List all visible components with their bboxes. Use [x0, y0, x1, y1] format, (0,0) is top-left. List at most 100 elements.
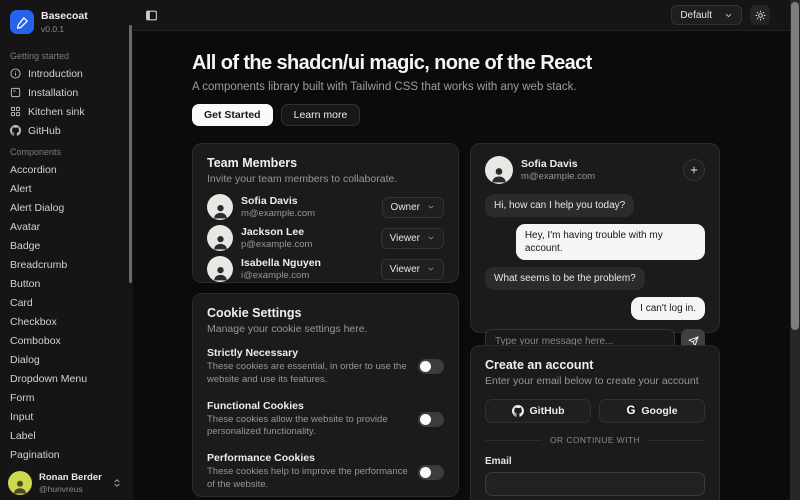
- chat-message-sent: Hey, I'm having trouble with my account.: [516, 224, 705, 260]
- chat-user-avatar: [485, 156, 513, 184]
- basecoat-logo-icon: [10, 10, 34, 34]
- github-signup-button[interactable]: GitHub: [485, 399, 591, 423]
- member-role-value: Viewer: [390, 233, 420, 244]
- sidebar-item-button[interactable]: Button: [0, 274, 133, 293]
- sidebar-item-badge[interactable]: Badge: [0, 236, 133, 255]
- chat-user-name: Sofia Davis: [521, 158, 595, 172]
- toggle-knob: [420, 414, 431, 425]
- google-button-label: Google: [641, 405, 677, 417]
- plus-icon: [689, 165, 699, 175]
- page-scrollbar-thumb[interactable]: [791, 2, 799, 330]
- cookie-option-description: These cookies allow the website to provi…: [207, 414, 408, 440]
- functional-cookies-toggle[interactable]: [418, 412, 444, 427]
- sidebar-item-label: Label: [10, 430, 36, 442]
- performance-cookies-toggle[interactable]: [418, 465, 444, 480]
- dark-mode-toggle-button[interactable]: [750, 5, 770, 25]
- card-description: Manage your cookie settings here.: [207, 323, 444, 335]
- divider-line: [485, 440, 542, 441]
- sidebar-toggle-button[interactable]: [145, 9, 158, 22]
- panel-left-icon: [145, 9, 158, 22]
- page-title: All of the shadcn/ui magic, none of the …: [192, 52, 592, 75]
- topbar: Default: [133, 0, 800, 31]
- sidebar-item-label: Pagination: [10, 449, 60, 461]
- member-list: Sofia Davis m@example.com Owner Jackson …: [207, 194, 444, 282]
- chat-message-received: What seems to be the problem?: [485, 267, 645, 290]
- member-email: i@example.com: [241, 270, 321, 281]
- member-info: Isabella Nguyen i@example.com: [241, 257, 321, 282]
- sidebar-item-label: Combobox: [10, 335, 61, 347]
- email-field[interactable]: [485, 472, 705, 496]
- member-avatar: [207, 225, 233, 251]
- sidebar-item-dialog[interactable]: Dialog: [0, 350, 133, 369]
- member-row: Sofia Davis m@example.com Owner: [207, 194, 444, 220]
- new-message-button[interactable]: [683, 159, 705, 181]
- sidebar-item-card[interactable]: Card: [0, 293, 133, 312]
- member-name: Sofia Davis: [241, 195, 315, 209]
- sidebar-item-alert[interactable]: Alert: [0, 179, 133, 198]
- sidebar-item-label: GitHub: [28, 125, 61, 137]
- sidebar-item-label: Card: [10, 297, 33, 309]
- chat-header: Sofia Davis m@example.com: [485, 156, 705, 184]
- member-avatar: [207, 256, 233, 282]
- member-row: Isabella Nguyen i@example.com Viewer: [207, 256, 444, 282]
- member-email: m@example.com: [241, 208, 315, 219]
- sidebar-item-dropdown-menu[interactable]: Dropdown Menu: [0, 369, 133, 388]
- sidebar-item-introduction[interactable]: Introduction: [0, 64, 133, 83]
- chevrons-up-down-icon: [112, 478, 122, 488]
- cookie-option-strictly-necessary: Strictly Necessary These cookies are ess…: [207, 347, 444, 387]
- sidebar-item-label: Alert Dialog: [10, 202, 64, 214]
- sidebar-item-installation[interactable]: Installation: [0, 83, 133, 102]
- divider-label: OR CONTINUE WITH: [550, 435, 640, 445]
- chat-message-list: Hi, how can I help you today? Hey, I'm h…: [485, 194, 705, 320]
- sidebar-item-label: Alert: [10, 183, 32, 195]
- sidebar-item-avatar[interactable]: Avatar: [0, 217, 133, 236]
- sidebar: Basecoat v0.0.1 Getting started Introduc…: [0, 0, 133, 500]
- email-label: Email: [485, 456, 705, 467]
- hero-cta-row: Get Started Learn more: [192, 104, 360, 126]
- cookie-option-title: Functional Cookies: [207, 400, 408, 412]
- sidebar-scrollbar-thumb[interactable]: [129, 25, 132, 283]
- app-version: v0.0.1: [41, 24, 88, 34]
- theme-select[interactable]: Default: [671, 5, 742, 25]
- cookie-option-description: These cookies are essential, in order to…: [207, 361, 408, 387]
- sidebar-item-github[interactable]: GitHub: [0, 121, 133, 140]
- sidebar-item-label: Badge: [10, 240, 40, 252]
- google-signup-button[interactable]: G Google: [599, 399, 705, 423]
- user-info: Ronan Berder @hunvreus: [39, 472, 102, 494]
- sidebar-item-form[interactable]: Form: [0, 388, 133, 407]
- info-icon: [10, 68, 21, 79]
- member-avatar: [207, 194, 233, 220]
- get-started-button[interactable]: Get Started: [192, 104, 273, 126]
- sidebar-user-menu[interactable]: Ronan Berder @hunvreus: [0, 466, 130, 500]
- cookie-option-text: Strictly Necessary These cookies are ess…: [207, 347, 408, 387]
- sidebar-item-label: Introduction: [28, 68, 83, 80]
- sidebar-header[interactable]: Basecoat v0.0.1: [0, 8, 133, 44]
- strictly-necessary-toggle[interactable]: [418, 359, 444, 374]
- create-account-card: Create an account Enter your email below…: [470, 345, 720, 500]
- sidebar-item-checkbox[interactable]: Checkbox: [0, 312, 133, 331]
- sidebar-item-label: Button: [10, 278, 40, 290]
- sidebar-item-breadcrumb[interactable]: Breadcrumb: [0, 255, 133, 274]
- page-scrollbar[interactable]: [790, 0, 800, 500]
- member-role-select[interactable]: Viewer: [381, 259, 444, 280]
- sidebar-item-kitchen-sink[interactable]: Kitchen sink: [0, 102, 133, 121]
- cookie-option-description: These cookies help to improve the perfor…: [207, 466, 408, 492]
- sidebar-item-label: Dialog: [10, 354, 40, 366]
- user-avatar: [8, 471, 32, 495]
- learn-more-button[interactable]: Learn more: [281, 104, 361, 126]
- sidebar-item-input[interactable]: Input: [0, 407, 133, 426]
- cookie-option-text: Performance Cookies These cookies help t…: [207, 452, 408, 492]
- member-role-select[interactable]: Viewer: [381, 228, 444, 249]
- sidebar-item-label-component[interactable]: Label: [0, 426, 133, 445]
- page-subtitle: A components library built with Tailwind…: [192, 81, 577, 93]
- member-role-select[interactable]: Owner: [382, 197, 444, 218]
- github-button-label: GitHub: [530, 405, 565, 417]
- chevron-down-icon: [427, 234, 435, 242]
- sidebar-item-accordion[interactable]: Accordion: [0, 160, 133, 179]
- app-name: Basecoat: [41, 10, 88, 23]
- sidebar-item-pagination[interactable]: Pagination: [0, 445, 133, 464]
- member-row: Jackson Lee p@example.com Viewer: [207, 225, 444, 251]
- chevron-down-icon: [724, 11, 733, 20]
- sidebar-item-combobox[interactable]: Combobox: [0, 331, 133, 350]
- sidebar-item-alert-dialog[interactable]: Alert Dialog: [0, 198, 133, 217]
